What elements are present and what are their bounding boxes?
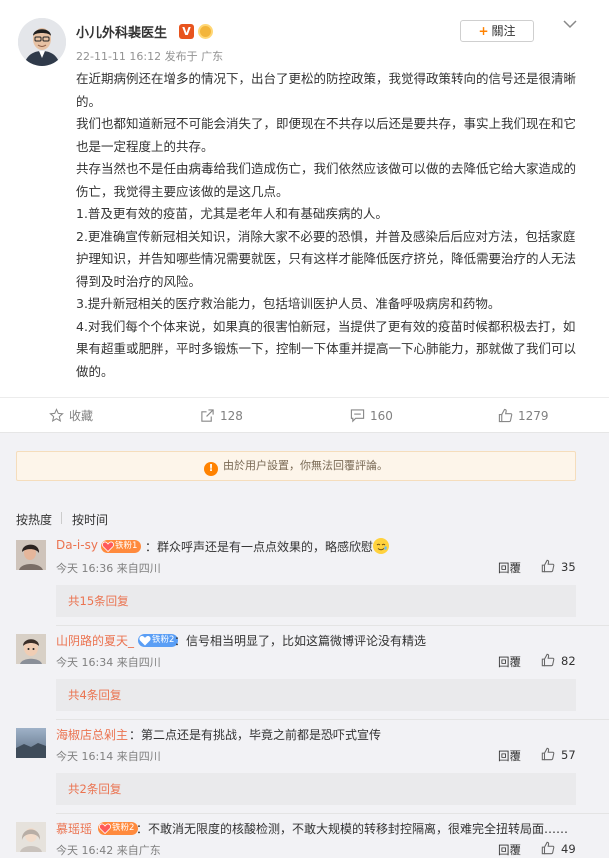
post-paragraph: 我们也都知道新冠不可能会消失了，即便现在不共存以后还是要共存，事实上我们现在和它…	[76, 116, 577, 154]
view-replies-link[interactable]: 共2条回复	[56, 773, 576, 805]
comment-text: ：群众呼声还是有一点点效果的，略感欣慰	[145, 538, 390, 555]
post-paragraph: 2.更准确宣传新冠相关知识，消除大家不必要的恐惧，并普及感染后后应对方法，包括家…	[76, 228, 577, 289]
fan-badge: 铁粉1	[101, 540, 142, 553]
repost-count: 128	[220, 409, 243, 423]
comment-text: ：信号相当明显了，比如这篇微博评论没有精选	[174, 634, 427, 648]
fan-heart-icon	[102, 541, 114, 553]
medal-icon	[198, 24, 213, 39]
favorite-button[interactable]: 收藏	[49, 398, 93, 434]
commenter-name[interactable]: 山阴路的夏天_	[56, 632, 134, 649]
view-replies-link[interactable]: 共15条回复	[56, 585, 576, 617]
comment-text: ：第二点还是有挑战，毕竟之前都是恐吓式宣传	[129, 728, 382, 742]
sort-by-hot[interactable]: 按热度	[16, 511, 52, 528]
post-paragraph: 1.普及更有效的疫苗，尤其是老年人和有基础疾病的人。	[76, 206, 388, 221]
comment-like-button[interactable]: 57	[541, 747, 576, 762]
fan-badge-label: 铁粉2	[152, 635, 175, 645]
thumbs-up-icon	[541, 841, 555, 855]
follow-button[interactable]: + 關注	[460, 20, 534, 42]
comment-divider	[56, 719, 609, 720]
post-paragraph: 4.对我们每个个体来说，如果真的很害怕新冠，当提供了更有效的疫苗时候都积极去打，…	[76, 318, 577, 379]
commenter-avatar[interactable]	[16, 540, 46, 570]
post-timestamp[interactable]: 22-11-11 16:12	[76, 50, 161, 63]
author-avatar[interactable]	[18, 18, 66, 66]
comment-like-count: 35	[561, 560, 576, 574]
post-paragraph: 在近期病例还在增多的情况下，出台了更松的防控政策，我觉得政策转向的信号还是很清晰…	[76, 71, 577, 109]
post-paragraph: 共存当然也不是任由病毒给我们造成伤亡，我们依然应该做可以做的去降低它给大家造成的…	[76, 161, 577, 199]
repost-button[interactable]: 128	[200, 398, 243, 434]
reply-button[interactable]: 回覆	[498, 654, 521, 670]
fan-badge: 铁粉2	[138, 634, 179, 647]
like-count: 1279	[518, 409, 549, 423]
comment-like-button[interactable]: 35	[541, 559, 576, 574]
thumbs-up-icon	[541, 747, 555, 761]
comment-divider	[56, 813, 609, 814]
verified-icon: V	[179, 24, 194, 39]
thumbs-up-icon	[541, 653, 555, 667]
comment-icon	[350, 408, 365, 422]
post-action-bar: 收藏 128 160 1279	[0, 397, 609, 433]
repost-icon	[201, 408, 214, 422]
post-meta: 22-11-11 16:12 发布于 广东	[76, 48, 223, 64]
commenter-avatar[interactable]	[16, 634, 46, 664]
commenter-name[interactable]: 慕瑶瑶	[56, 820, 92, 837]
like-button[interactable]: 1279	[498, 398, 549, 434]
comment-meta: 今天 16:36 来自四川	[56, 562, 161, 575]
fan-heart-icon	[99, 823, 111, 835]
post-card: 小儿外科裴医生 V 22-11-11 16:12 发布于 广东 + 關注 在近期病…	[0, 0, 609, 433]
comment-button[interactable]: 160	[350, 398, 393, 434]
author-name[interactable]: 小儿外科裴医生	[76, 22, 167, 41]
notice-text: 由於用户設置，你無法回覆評論。	[223, 459, 388, 472]
comment-divider	[56, 625, 609, 626]
plus-icon: +	[478, 24, 489, 38]
post-body: 在近期病例还在增多的情况下，出台了更松的防控政策，我觉得政策转向的信号还是很清晰…	[76, 68, 576, 383]
comment-meta: 今天 16:14 来自四川	[56, 750, 161, 763]
comment-like-count: 82	[561, 654, 576, 668]
commenter-name[interactable]: 海椒店总剁主	[56, 726, 128, 743]
comment-meta: 今天 16:34 来自四川	[56, 656, 161, 669]
sort-divider	[61, 512, 62, 524]
fan-badge-label: 铁粉2	[112, 823, 135, 833]
emoji-icon	[373, 538, 390, 554]
post-paragraph: 3.提升新冠相关的医疗救治能力，包括培训医护人员、准备呼吸病房和药物。	[76, 296, 501, 311]
thumbs-up-icon	[498, 408, 513, 422]
chevron-down-icon[interactable]	[560, 14, 580, 34]
comment-meta: 今天 16:42 来自广东	[56, 844, 161, 857]
follow-label: 關注	[491, 24, 516, 38]
reply-button[interactable]: 回覆	[498, 560, 521, 576]
comment-like-count: 49	[561, 842, 576, 856]
commenter-name[interactable]: Da-i-sy	[56, 538, 98, 552]
comment-like-button[interactable]: 49	[541, 841, 576, 856]
favorite-label: 收藏	[69, 409, 94, 423]
reply-button[interactable]: 回覆	[498, 748, 521, 764]
comment-text-body: ：群众呼声还是有一点点效果的，略感欣慰	[145, 540, 374, 554]
comment-text: ：不敢消无限度的核酸检测，不敢大规模的转移封控隔离，很难完全扭转局面……	[136, 822, 569, 836]
warning-icon: !	[204, 462, 218, 476]
commenter-avatar[interactable]	[16, 728, 46, 758]
comment-like-count: 57	[561, 748, 576, 762]
thumbs-up-icon	[541, 559, 555, 573]
star-icon	[49, 407, 64, 422]
commenter-avatar[interactable]	[16, 822, 46, 852]
comment-like-button[interactable]: 82	[541, 653, 576, 668]
fan-heart-icon	[139, 635, 151, 646]
comment-count: 160	[370, 409, 393, 423]
post-source: 发布于 广东	[164, 50, 224, 63]
fan-badge: 铁粉2	[98, 822, 139, 835]
reply-button[interactable]: 回覆	[498, 842, 521, 858]
reply-disabled-notice: ! 由於用户設置，你無法回覆評論。	[16, 451, 576, 481]
sort-by-time[interactable]: 按时间	[72, 511, 108, 528]
fan-badge-label: 铁粉1	[115, 541, 138, 551]
view-replies-link[interactable]: 共4条回复	[56, 679, 576, 711]
